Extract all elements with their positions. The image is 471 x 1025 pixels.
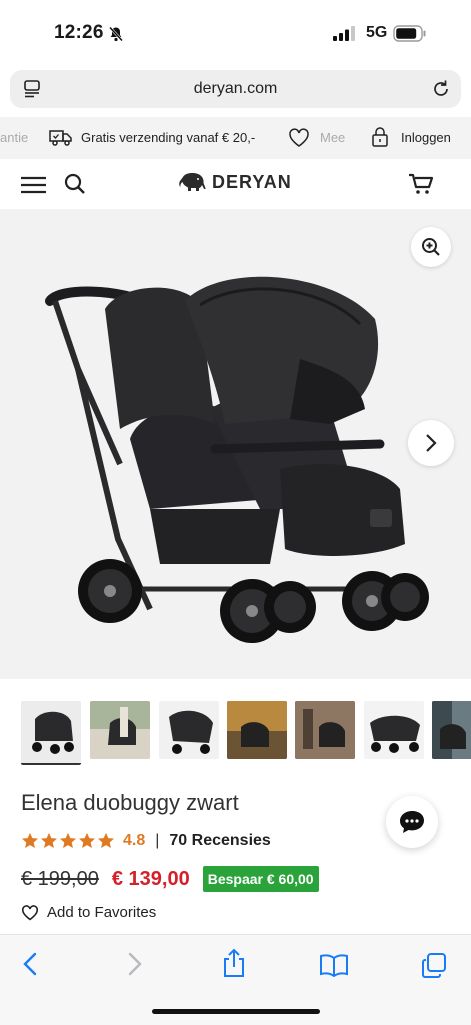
favorites-label: Add to Favorites xyxy=(47,904,157,921)
cart-icon[interactable] xyxy=(408,172,434,201)
rating-score: 4.8 xyxy=(123,832,146,849)
product-rating[interactable]: 4.8 | 70 Recensies xyxy=(21,832,271,850)
search-icon[interactable] xyxy=(64,173,86,200)
price-row: € 199,00 € 139,00 Bespaar € 60,00 xyxy=(21,866,319,892)
reviews-link[interactable]: 70 Recensies xyxy=(169,832,270,850)
tabs-icon[interactable] xyxy=(421,952,447,983)
network-label: 5G xyxy=(366,24,388,41)
url-text[interactable]: deryan.com xyxy=(10,80,461,98)
star-icon xyxy=(97,832,115,849)
usp-more-text: Mee xyxy=(320,130,346,145)
bell-muted-icon xyxy=(108,26,124,47)
truck-icon xyxy=(49,127,73,150)
bookmarks-icon[interactable] xyxy=(319,953,349,982)
elephant-logo-icon xyxy=(179,173,206,191)
back-icon[interactable] xyxy=(21,951,41,982)
forward-icon[interactable] xyxy=(124,951,144,982)
zoom-button[interactable] xyxy=(411,227,451,267)
battery-icon xyxy=(393,25,427,47)
usp-bar: antie Gratis verzending vanaf € 20,- Mee… xyxy=(0,117,471,159)
chat-bubble-icon xyxy=(400,811,424,833)
home-indicator xyxy=(152,1009,320,1014)
heart-icon xyxy=(288,128,310,151)
thumbnail-4[interactable] xyxy=(227,701,287,759)
zoom-in-icon xyxy=(422,238,440,256)
thumbnail-7[interactable] xyxy=(432,701,471,759)
star-icon xyxy=(21,832,39,849)
thumbnail-2[interactable] xyxy=(90,701,150,759)
thumbnail-5[interactable] xyxy=(295,701,355,759)
usp-shipping-text: Gratis verzending vanaf € 20,- xyxy=(81,130,256,145)
thumbnail-strip xyxy=(0,697,471,767)
hamburger-menu-icon[interactable] xyxy=(21,176,46,199)
address-bar[interactable]: deryan.com xyxy=(10,70,461,108)
next-image-button[interactable] xyxy=(408,420,454,466)
discount-badge: Bespaar € 60,00 xyxy=(202,866,319,892)
product-image[interactable] xyxy=(0,209,471,679)
add-to-favorites-button[interactable]: Add to Favorites xyxy=(21,904,156,921)
chat-button[interactable] xyxy=(386,796,438,848)
usp-warranty-text: antie xyxy=(0,130,29,145)
star-icon xyxy=(59,832,77,849)
logo-text: DERYAN xyxy=(212,171,292,192)
star-icon xyxy=(40,832,58,849)
share-icon[interactable] xyxy=(221,948,247,983)
chevron-right-icon xyxy=(426,434,437,452)
heart-icon xyxy=(21,904,39,920)
site-logo[interactable]: DERYAN xyxy=(178,171,292,193)
lock-icon[interactable] xyxy=(370,126,390,151)
rating-stars xyxy=(21,832,115,850)
reload-icon[interactable] xyxy=(431,79,451,104)
star-icon xyxy=(78,832,96,849)
site-header: DERYAN xyxy=(0,159,471,209)
sale-price: € 139,00 xyxy=(111,867,190,890)
old-price: € 199,00 xyxy=(21,867,99,890)
product-title: Elena duobuggy zwart xyxy=(21,790,239,815)
rating-separator: | xyxy=(155,832,160,849)
signal-icon xyxy=(333,26,357,46)
double-stroller-image xyxy=(45,276,429,643)
login-link[interactable]: Inloggen xyxy=(401,130,451,145)
thumbnail-1[interactable] xyxy=(21,701,81,765)
thumbnail-3[interactable] xyxy=(159,701,219,759)
status-bar: 12:26 5G xyxy=(0,0,471,64)
status-time: 12:26 xyxy=(54,22,104,43)
thumbnail-6[interactable] xyxy=(364,701,424,759)
